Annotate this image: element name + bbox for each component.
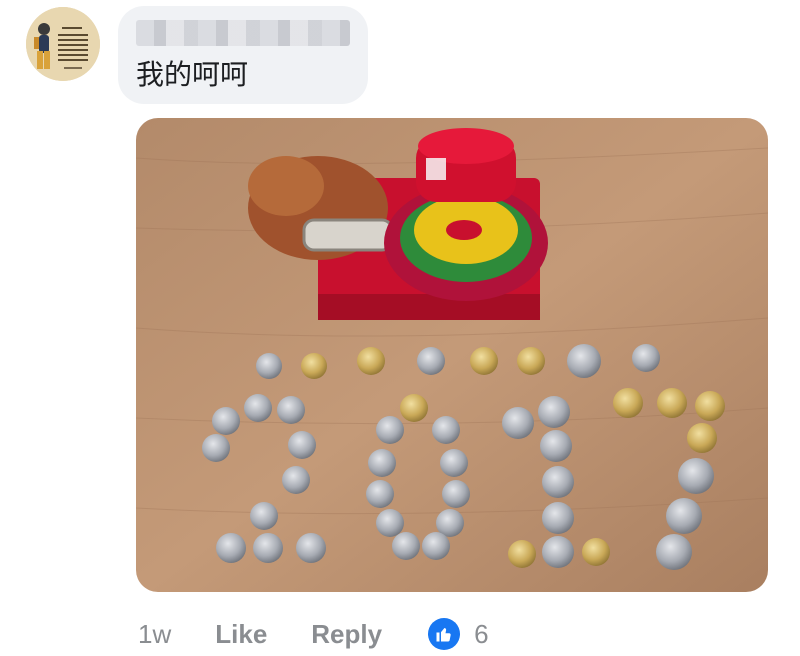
reply-button[interactable]: Reply xyxy=(311,619,382,650)
comment-photo[interactable] xyxy=(136,118,768,592)
reactions-summary[interactable]: 6 xyxy=(428,618,489,650)
comment-text: 我的呵呵 xyxy=(136,58,249,91)
avatar-image xyxy=(26,7,100,81)
comment-actions: 1w Like Reply 6 xyxy=(138,614,489,654)
thumbs-up-icon xyxy=(428,618,461,650)
timestamp[interactable]: 1w xyxy=(138,619,171,650)
reaction-count: 6 xyxy=(474,618,489,649)
author-name-redacted[interactable] xyxy=(136,20,350,46)
avatar[interactable] xyxy=(26,7,100,81)
comment-container: 我的呵呵 1w Like Reply 6 xyxy=(0,0,800,656)
like-button[interactable]: Like xyxy=(215,619,267,650)
photo-image xyxy=(136,118,768,592)
comment-bubble: 我的呵呵 xyxy=(118,6,368,104)
